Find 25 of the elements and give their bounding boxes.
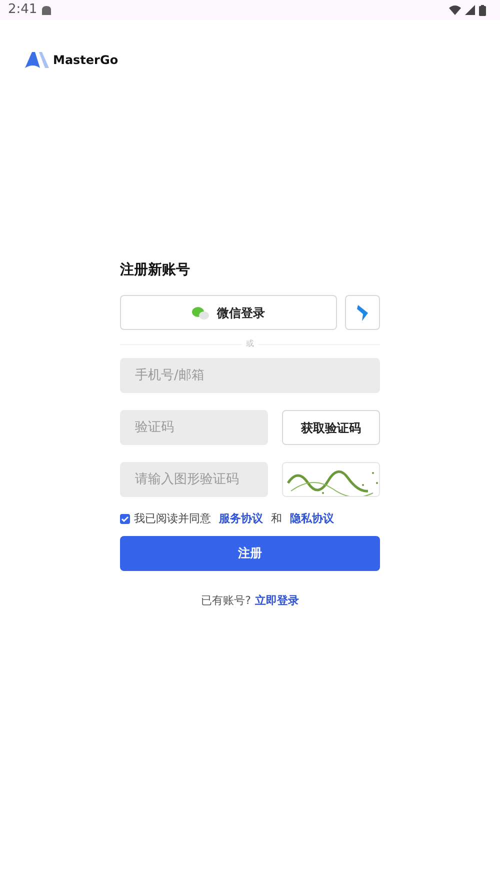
chat-bubbles-icon [192, 306, 209, 320]
android-icon [41, 5, 52, 15]
and-text: 和 [271, 511, 282, 527]
footer-text: 已有账号? [201, 592, 251, 608]
login-link[interactable]: 立即登录 [254, 592, 299, 609]
logo-icon [25, 52, 49, 68]
status-time: 2:41 [8, 1, 38, 20]
phone-email-field[interactable]: 手机号/邮箱 [120, 358, 380, 393]
battery-icon [479, 4, 486, 16]
service-agreement-link[interactable]: 服务协议 [219, 511, 263, 528]
privacy-policy-link[interactable]: 隐私协议 [290, 511, 334, 528]
register-button[interactable]: 注册 [120, 536, 380, 570]
wifi-icon [449, 5, 461, 15]
logo-text: MasterGo [53, 52, 118, 69]
agree-text: 我已阅读并同意 [134, 511, 211, 527]
captcha-field[interactable]: 请输入图形验证码 [120, 462, 268, 497]
form-title: 注册新账号 [120, 260, 191, 280]
wechat-login-button[interactable]: 微信登录 [120, 295, 337, 330]
signal-icon [465, 5, 475, 15]
bird-icon [356, 304, 368, 320]
get-code-button[interactable]: 获取验证码 [282, 410, 380, 445]
code-field[interactable]: 验证码 [120, 410, 268, 445]
lark-login-button[interactable] [345, 295, 380, 330]
or-divider-text: 或 [246, 338, 254, 350]
agree-checkbox[interactable] [120, 514, 130, 524]
